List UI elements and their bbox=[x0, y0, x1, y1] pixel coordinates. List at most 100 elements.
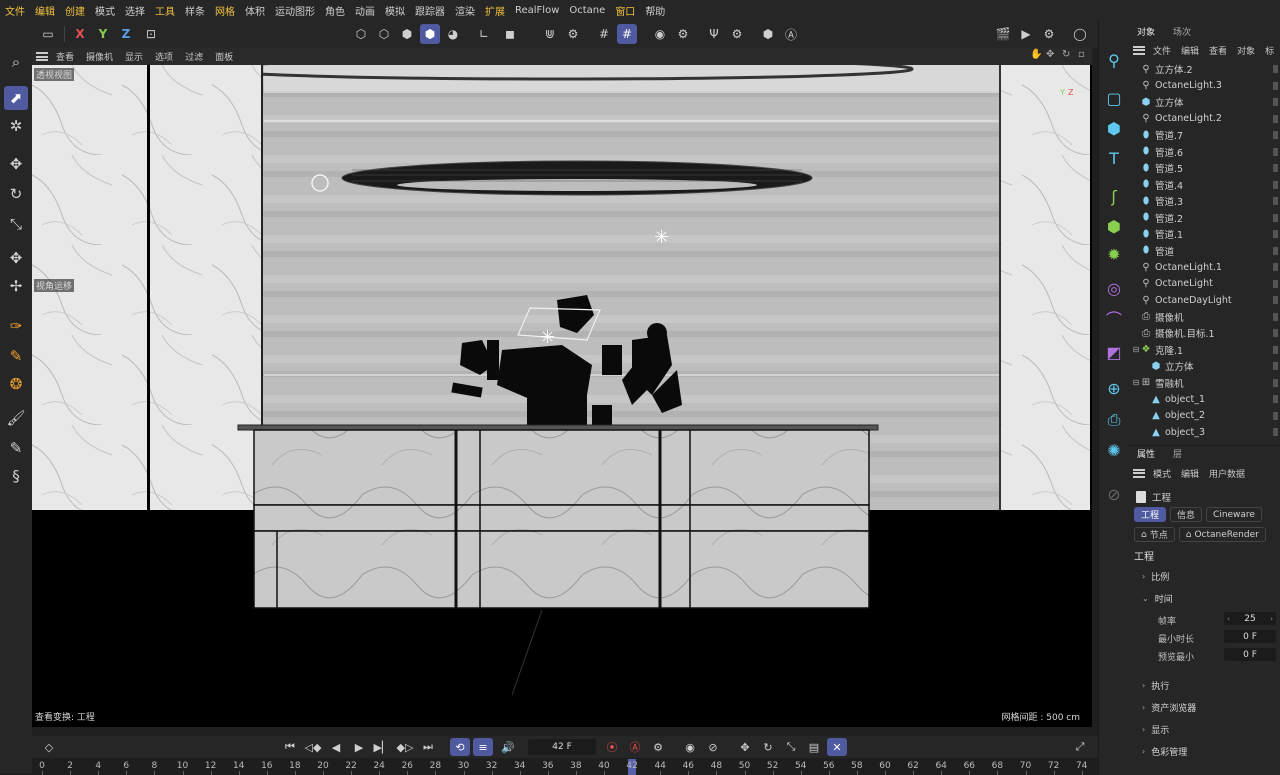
play-icon[interactable]: ▶ bbox=[349, 738, 369, 756]
prev-frame-icon[interactable]: ◀ bbox=[326, 738, 346, 756]
model-mode-icon[interactable]: ⬢ bbox=[420, 24, 440, 44]
magnet-icon[interactable]: § bbox=[4, 464, 28, 488]
keyframe-diamond-icon[interactable]: ◇ bbox=[39, 738, 59, 756]
points-mode-icon[interactable]: ⬡ bbox=[351, 24, 371, 44]
lock-icon[interactable]: ◉ bbox=[650, 24, 670, 44]
object-menu-icon[interactable] bbox=[1133, 45, 1145, 55]
attr-menu-edit[interactable]: 编辑 bbox=[1176, 467, 1204, 480]
object-row[interactable]: ⬮ 管道.6 bbox=[1128, 144, 1280, 161]
effector-icon[interactable]: ✹ bbox=[1102, 242, 1126, 266]
visibility-toggle[interactable] bbox=[1273, 411, 1278, 420]
render-settings-icon[interactable]: ⚙ bbox=[1039, 24, 1059, 44]
visibility-toggle[interactable] bbox=[1273, 395, 1278, 403]
spline-generator-icon[interactable]: ʃ bbox=[1102, 184, 1126, 208]
subtab-nodes[interactable]: ⌂ 节点 bbox=[1134, 527, 1175, 542]
visibility-toggle[interactable] bbox=[1273, 147, 1278, 156]
rotate-tool-icon[interactable]: ↻ bbox=[4, 182, 28, 206]
sound-icon[interactable]: 🔊 bbox=[498, 738, 518, 756]
axis-mode-icon[interactable]: ∟ bbox=[474, 24, 494, 44]
field-icon[interactable]: ◩ bbox=[1102, 340, 1126, 364]
tab-takes[interactable]: 场次 bbox=[1164, 25, 1200, 42]
orbit-icon[interactable]: ↻ bbox=[1062, 49, 1070, 60]
visibility-toggle[interactable] bbox=[1273, 329, 1278, 337]
record-icon[interactable]: ⦿ bbox=[602, 738, 622, 756]
snap-settings-icon[interactable]: ⚙ bbox=[563, 24, 583, 44]
min-time-input[interactable]: 0 F bbox=[1224, 630, 1276, 643]
next-frame-icon[interactable]: ▶▏ bbox=[372, 738, 392, 756]
prev-key-icon[interactable]: ◁◆ bbox=[303, 738, 323, 756]
viewport-menu-item[interactable]: 摄像机 bbox=[80, 50, 119, 63]
visibility-toggle[interactable] bbox=[1273, 263, 1278, 271]
viewport-menu-item[interactable]: 过滤 bbox=[179, 50, 209, 63]
group-execute[interactable]: › 执行 bbox=[1142, 679, 1169, 692]
axis-y-toggle[interactable]: Y bbox=[93, 24, 113, 44]
menu-item[interactable]: 模式 bbox=[90, 3, 120, 18]
object-row[interactable]: ⎙ 摄像机 bbox=[1128, 309, 1280, 326]
axis-x-toggle[interactable]: X bbox=[70, 24, 90, 44]
dolly-icon[interactable]: ✥ bbox=[1046, 49, 1054, 60]
render-picture-icon[interactable]: ▶ bbox=[1016, 24, 1036, 44]
visibility-toggle[interactable] bbox=[1273, 180, 1278, 189]
next-key-icon[interactable]: ◆▷ bbox=[395, 738, 415, 756]
object-row[interactable]: ⚲ OctaneDayLight bbox=[1128, 292, 1280, 309]
visibility-toggle[interactable] bbox=[1273, 312, 1278, 321]
uv-mode-icon[interactable]: ◕ bbox=[443, 24, 463, 44]
subtab-cineware[interactable]: Cineware bbox=[1206, 507, 1262, 522]
solo-icon[interactable]: ◼ bbox=[500, 24, 520, 44]
object-row[interactable]: ▲ object_1 bbox=[1128, 391, 1280, 408]
tab-attributes[interactable]: 属性 bbox=[1128, 447, 1164, 464]
key-lock-icon[interactable]: ◉ bbox=[680, 738, 700, 756]
menu-item[interactable]: 运动图形 bbox=[270, 3, 320, 18]
spline-sketch-icon[interactable]: ✎ bbox=[4, 344, 28, 368]
visibility-toggle[interactable] bbox=[1273, 246, 1278, 255]
menu-item[interactable]: 选择 bbox=[120, 3, 150, 18]
group-color-management[interactable]: › 色彩管理 bbox=[1142, 745, 1187, 758]
menu-item[interactable]: RealFlow bbox=[510, 5, 564, 16]
object-row[interactable]: ⊟ ❖ 克隆.1 bbox=[1128, 342, 1280, 359]
object-row[interactable]: ⬮ 管道.5 bbox=[1128, 160, 1280, 177]
grid-icon[interactable]: # bbox=[617, 24, 637, 44]
edges-mode-icon[interactable]: ⬡ bbox=[374, 24, 394, 44]
menu-item[interactable]: 动画 bbox=[350, 3, 380, 18]
collapse-icon[interactable]: ⊟ bbox=[1132, 345, 1140, 354]
menu-item[interactable]: 模拟 bbox=[380, 3, 410, 18]
viewport-menu-item[interactable]: 显示 bbox=[119, 50, 149, 63]
menu-item[interactable]: 扩展 bbox=[480, 3, 510, 18]
menu-item[interactable]: 渲染 bbox=[450, 3, 480, 18]
coord-system-icon[interactable]: ⊡ bbox=[141, 24, 161, 44]
object-row[interactable]: ▲ object_3 bbox=[1128, 424, 1280, 441]
select-tool-icon[interactable]: ⬈ bbox=[4, 86, 28, 110]
menu-item[interactable]: 文件 bbox=[0, 3, 30, 18]
viewport-menu-item[interactable]: 面板 bbox=[209, 50, 239, 63]
tab-objects[interactable]: 对象 bbox=[1128, 25, 1164, 42]
script-icon[interactable]: Ⓐ bbox=[781, 24, 801, 44]
attribute-menu-icon[interactable] bbox=[1133, 468, 1145, 478]
object-row[interactable]: ⚲ 立方体.2 bbox=[1128, 61, 1280, 78]
visibility-toggle[interactable] bbox=[1273, 378, 1278, 387]
visibility-toggle[interactable] bbox=[1273, 65, 1278, 73]
maximize-view-icon[interactable]: ▫ bbox=[1078, 49, 1085, 60]
snap-tool-icon[interactable]: ✢ bbox=[4, 274, 28, 298]
object-row[interactable]: ⬮ 管道.3 bbox=[1128, 193, 1280, 210]
visibility-toggle[interactable] bbox=[1273, 98, 1278, 106]
rectangle-spline-icon[interactable]: ▢ bbox=[1102, 86, 1126, 110]
object-row[interactable]: ⎙ 摄像机.目标.1 bbox=[1128, 325, 1280, 342]
menu-item[interactable]: 网格 bbox=[210, 3, 240, 18]
group-scale[interactable]: › 比例 bbox=[1142, 570, 1169, 583]
key-move-icon[interactable]: ✥ bbox=[735, 738, 755, 756]
workplane-icon[interactable]: # bbox=[594, 24, 614, 44]
group-time[interactable]: ⌄ 时间 bbox=[1142, 592, 1173, 605]
subtab-project[interactable]: 工程 bbox=[1134, 507, 1167, 522]
key-pla-icon[interactable]: ✕ bbox=[827, 738, 847, 756]
current-frame-field[interactable]: 42 F bbox=[528, 739, 596, 755]
visibility-toggle[interactable] bbox=[1273, 213, 1278, 222]
menu-item[interactable]: 体积 bbox=[240, 3, 270, 18]
group-asset-browser[interactable]: › 资产浏览器 bbox=[1142, 701, 1196, 714]
object-row[interactable]: ⬢ 立方体 bbox=[1128, 358, 1280, 375]
viewport-menu-icon[interactable] bbox=[36, 52, 48, 61]
menu-item[interactable]: 编辑 bbox=[30, 3, 60, 18]
undo-view-icon[interactable]: ▭ bbox=[38, 24, 58, 44]
visibility-toggle[interactable] bbox=[1273, 197, 1278, 205]
visibility-toggle[interactable] bbox=[1273, 279, 1278, 288]
key-rotate-icon[interactable]: ↻ bbox=[758, 738, 778, 756]
